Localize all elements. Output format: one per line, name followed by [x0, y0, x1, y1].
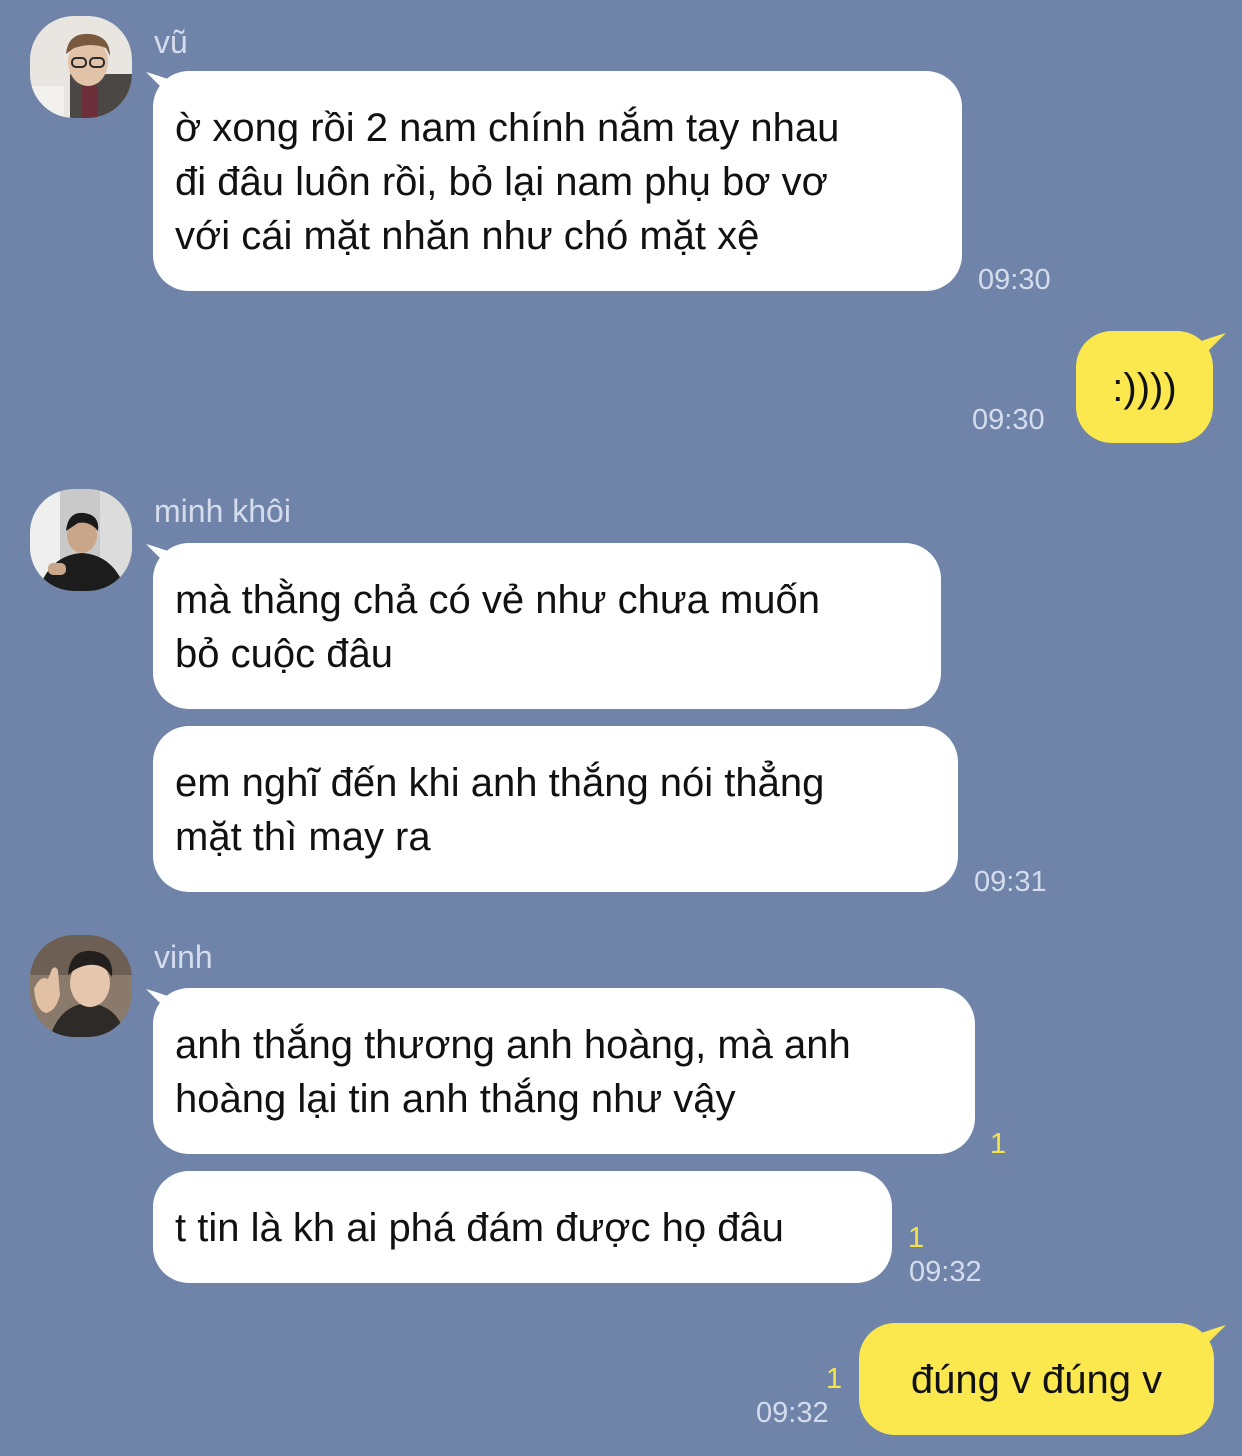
sender-name: vinh: [154, 939, 213, 975]
my-message-bubble[interactable]: :)))): [1076, 331, 1213, 443]
message-bubble[interactable]: anh thắng thương anh hoàng, mà anh hoàng…: [153, 988, 975, 1154]
message-bubble[interactable]: mà thằng chả có vẻ như chưa muốn bỏ cuộc…: [153, 543, 941, 709]
avatar-vu[interactable]: [30, 16, 132, 118]
bubble-tail: [1196, 333, 1226, 363]
sender-name: minh khôi: [154, 493, 291, 529]
unread-count: 1: [908, 1222, 925, 1254]
message-time: 09:31: [974, 866, 1047, 898]
unread-count: 1: [826, 1363, 843, 1395]
chat-room: vũ ờ xong rồi 2 nam chính nắm tay nhau đ…: [0, 0, 1242, 1456]
message-bubble[interactable]: em nghĩ đến khi anh thắng nói thẳng mặt …: [153, 726, 958, 892]
profile-photo-icon: [30, 935, 132, 1037]
bubble-tail: [1196, 1325, 1226, 1355]
my-message-bubble[interactable]: đúng v đúng v: [859, 1323, 1214, 1435]
profile-photo-icon: [30, 489, 132, 591]
profile-photo-icon: [30, 16, 132, 118]
message-time: 09:30: [978, 264, 1051, 296]
avatar-vinh[interactable]: [30, 935, 132, 1037]
unread-count: 1: [990, 1128, 1007, 1160]
message-time: 09:32: [909, 1256, 982, 1288]
message-time: 09:30: [972, 404, 1045, 436]
avatar-minh-khoi[interactable]: [30, 489, 132, 591]
sender-name: vũ: [154, 24, 188, 60]
message-bubble[interactable]: t tin là kh ai phá đám được họ đâu: [153, 1171, 892, 1283]
message-time: 09:32: [756, 1397, 829, 1429]
message-bubble[interactable]: ờ xong rồi 2 nam chính nắm tay nhau đi đ…: [153, 71, 962, 291]
